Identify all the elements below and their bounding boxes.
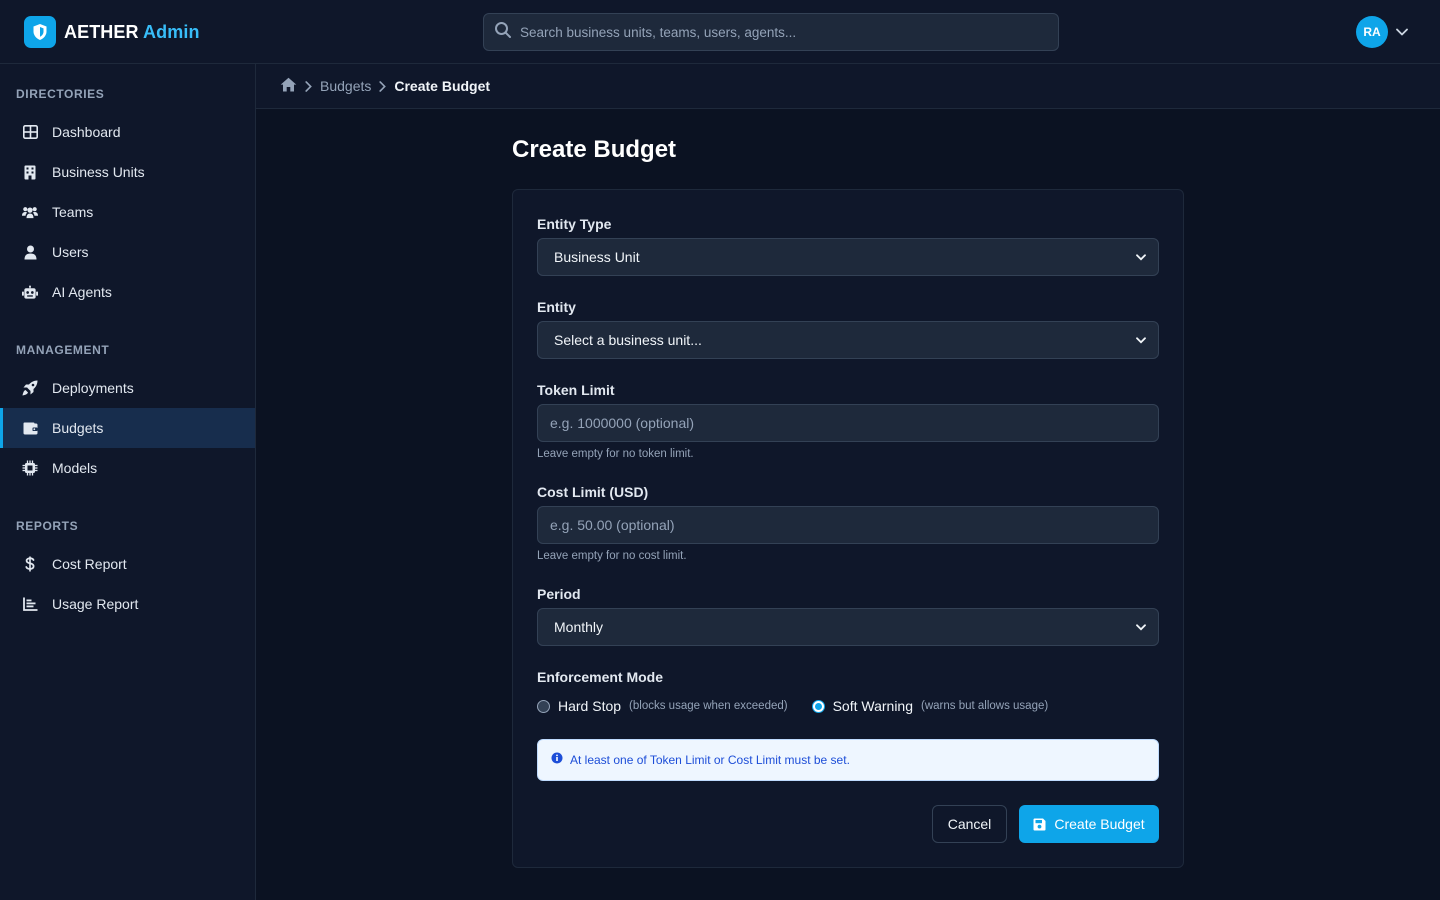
radio-button[interactable]	[537, 699, 550, 713]
sidebar-section-directories: DIRECTORIES	[16, 87, 105, 101]
chevron-right-icon	[379, 80, 387, 92]
enforcement-mode-group: Hard Stop (blocks usage when exceeded) S…	[537, 695, 1072, 717]
app-logo[interactable]: AETHER Admin	[24, 16, 200, 48]
hard-stop-radio[interactable]: Hard Stop (blocks usage when exceeded)	[537, 698, 788, 714]
global-search[interactable]	[483, 13, 1059, 51]
sidebar: DIRECTORIES Dashboard Business Units Tea…	[0, 64, 256, 900]
sidebar-item-label: Deployments	[52, 380, 134, 396]
soft-warning-radio[interactable]: Soft Warning (warns but allows usage)	[811, 698, 1049, 714]
search-input[interactable]	[520, 24, 1040, 40]
sidebar-item-ai-agents[interactable]: AI Agents	[0, 272, 255, 312]
sidebar-item-label: Business Units	[52, 164, 145, 180]
sidebar-item-teams[interactable]: Teams	[0, 192, 255, 232]
period-label: Period	[537, 586, 581, 602]
period-value: Monthly	[554, 619, 604, 635]
home-icon[interactable]	[280, 77, 297, 95]
entity-type-label: Entity Type	[537, 216, 612, 232]
building-icon	[22, 164, 38, 180]
breadcrumb-current: Create Budget	[394, 78, 491, 94]
sidebar-item-label: Dashboard	[52, 124, 121, 140]
avatar[interactable]: RA	[1356, 16, 1388, 48]
sidebar-item-budgets[interactable]: Budgets	[0, 408, 255, 448]
radio-label: Hard Stop	[558, 698, 622, 714]
save-icon	[1033, 818, 1046, 831]
radio-hint: (warns but allows usage)	[921, 700, 1049, 712]
top-bar: AETHER Admin RA	[0, 0, 1440, 64]
token-limit-input[interactable]	[537, 404, 1159, 442]
enforcement-mode-label: Enforcement Mode	[537, 669, 664, 685]
app-name-main: AETHER	[64, 21, 139, 42]
breadcrumb-budgets[interactable]: Budgets	[320, 78, 371, 94]
cost-limit-label: Cost Limit (USD)	[537, 484, 649, 500]
chevron-right-icon	[305, 80, 312, 92]
search-icon	[494, 21, 512, 44]
shield-icon	[24, 16, 56, 48]
sidebar-item-label: AI Agents	[52, 284, 112, 300]
breadcrumb: Budgets Create Budget	[256, 64, 1440, 109]
sidebar-item-models[interactable]: Models	[0, 448, 255, 488]
info-text: At least one of Token Limit or Cost Limi…	[570, 753, 850, 767]
sidebar-item-deployments[interactable]: Deployments	[0, 368, 255, 408]
robot-icon	[22, 284, 38, 300]
info-icon	[551, 751, 563, 769]
sidebar-item-dashboard[interactable]: Dashboard	[0, 112, 255, 152]
user-menu[interactable]: RA	[1356, 16, 1408, 48]
app-name: AETHER Admin	[64, 22, 200, 43]
chevron-down-icon	[1136, 336, 1148, 344]
radio-hint: (blocks usage when exceeded)	[629, 700, 788, 712]
radio-label: Soft Warning	[832, 698, 913, 714]
cost-limit-help: Leave empty for no cost limit.	[537, 550, 687, 562]
sidebar-item-usage-report[interactable]: Usage Report	[0, 584, 255, 624]
rocket-icon	[22, 380, 38, 396]
grid-icon	[22, 124, 38, 140]
dollar-icon	[22, 556, 38, 572]
sidebar-item-cost-report[interactable]: Cost Report	[0, 544, 255, 584]
sidebar-item-label: Cost Report	[52, 556, 127, 572]
sidebar-section-management: MANAGEMENT	[16, 343, 110, 357]
chevron-down-icon[interactable]	[1396, 23, 1408, 41]
chip-icon	[22, 460, 38, 476]
users-icon	[22, 204, 38, 220]
token-limit-help: Leave empty for no token limit.	[537, 448, 694, 460]
sidebar-item-label: Teams	[52, 204, 94, 220]
sidebar-section-reports: REPORTS	[16, 519, 79, 533]
entity-select[interactable]: Select a business unit...	[537, 321, 1159, 359]
sidebar-item-users[interactable]: Users	[0, 232, 255, 272]
create-budget-label: Create Budget	[1054, 816, 1145, 832]
entity-type-value: Business Unit	[554, 249, 640, 265]
user-icon	[22, 244, 38, 260]
chevron-down-icon	[1136, 623, 1148, 631]
main-content: Budgets Create Budget Create Budget Enti…	[256, 64, 1440, 900]
create-budget-button[interactable]: Create Budget	[1019, 805, 1159, 843]
sidebar-item-label: Models	[52, 460, 98, 476]
info-alert: At least one of Token Limit or Cost Limi…	[537, 739, 1159, 781]
create-budget-form: Entity Type Business Unit Entity Select …	[512, 189, 1184, 868]
entity-label: Entity	[537, 299, 576, 315]
radio-button[interactable]	[811, 699, 825, 713]
entity-type-select[interactable]: Business Unit	[537, 238, 1159, 276]
sidebar-item-label: Budgets	[52, 420, 104, 436]
app-name-accent: Admin	[143, 21, 200, 42]
bar-chart-icon	[22, 596, 38, 612]
token-limit-label: Token Limit	[537, 382, 615, 398]
cost-limit-input[interactable]	[537, 506, 1159, 544]
chevron-down-icon	[1136, 253, 1148, 261]
sidebar-item-label: Users	[52, 244, 89, 260]
sidebar-item-business-units[interactable]: Business Units	[0, 152, 255, 192]
wallet-icon	[22, 420, 38, 436]
sidebar-item-label: Usage Report	[52, 596, 139, 612]
period-select[interactable]: Monthly	[537, 608, 1159, 646]
entity-value: Select a business unit...	[554, 332, 702, 348]
cancel-button[interactable]: Cancel	[932, 805, 1007, 843]
page-title: Create Budget	[512, 136, 677, 163]
